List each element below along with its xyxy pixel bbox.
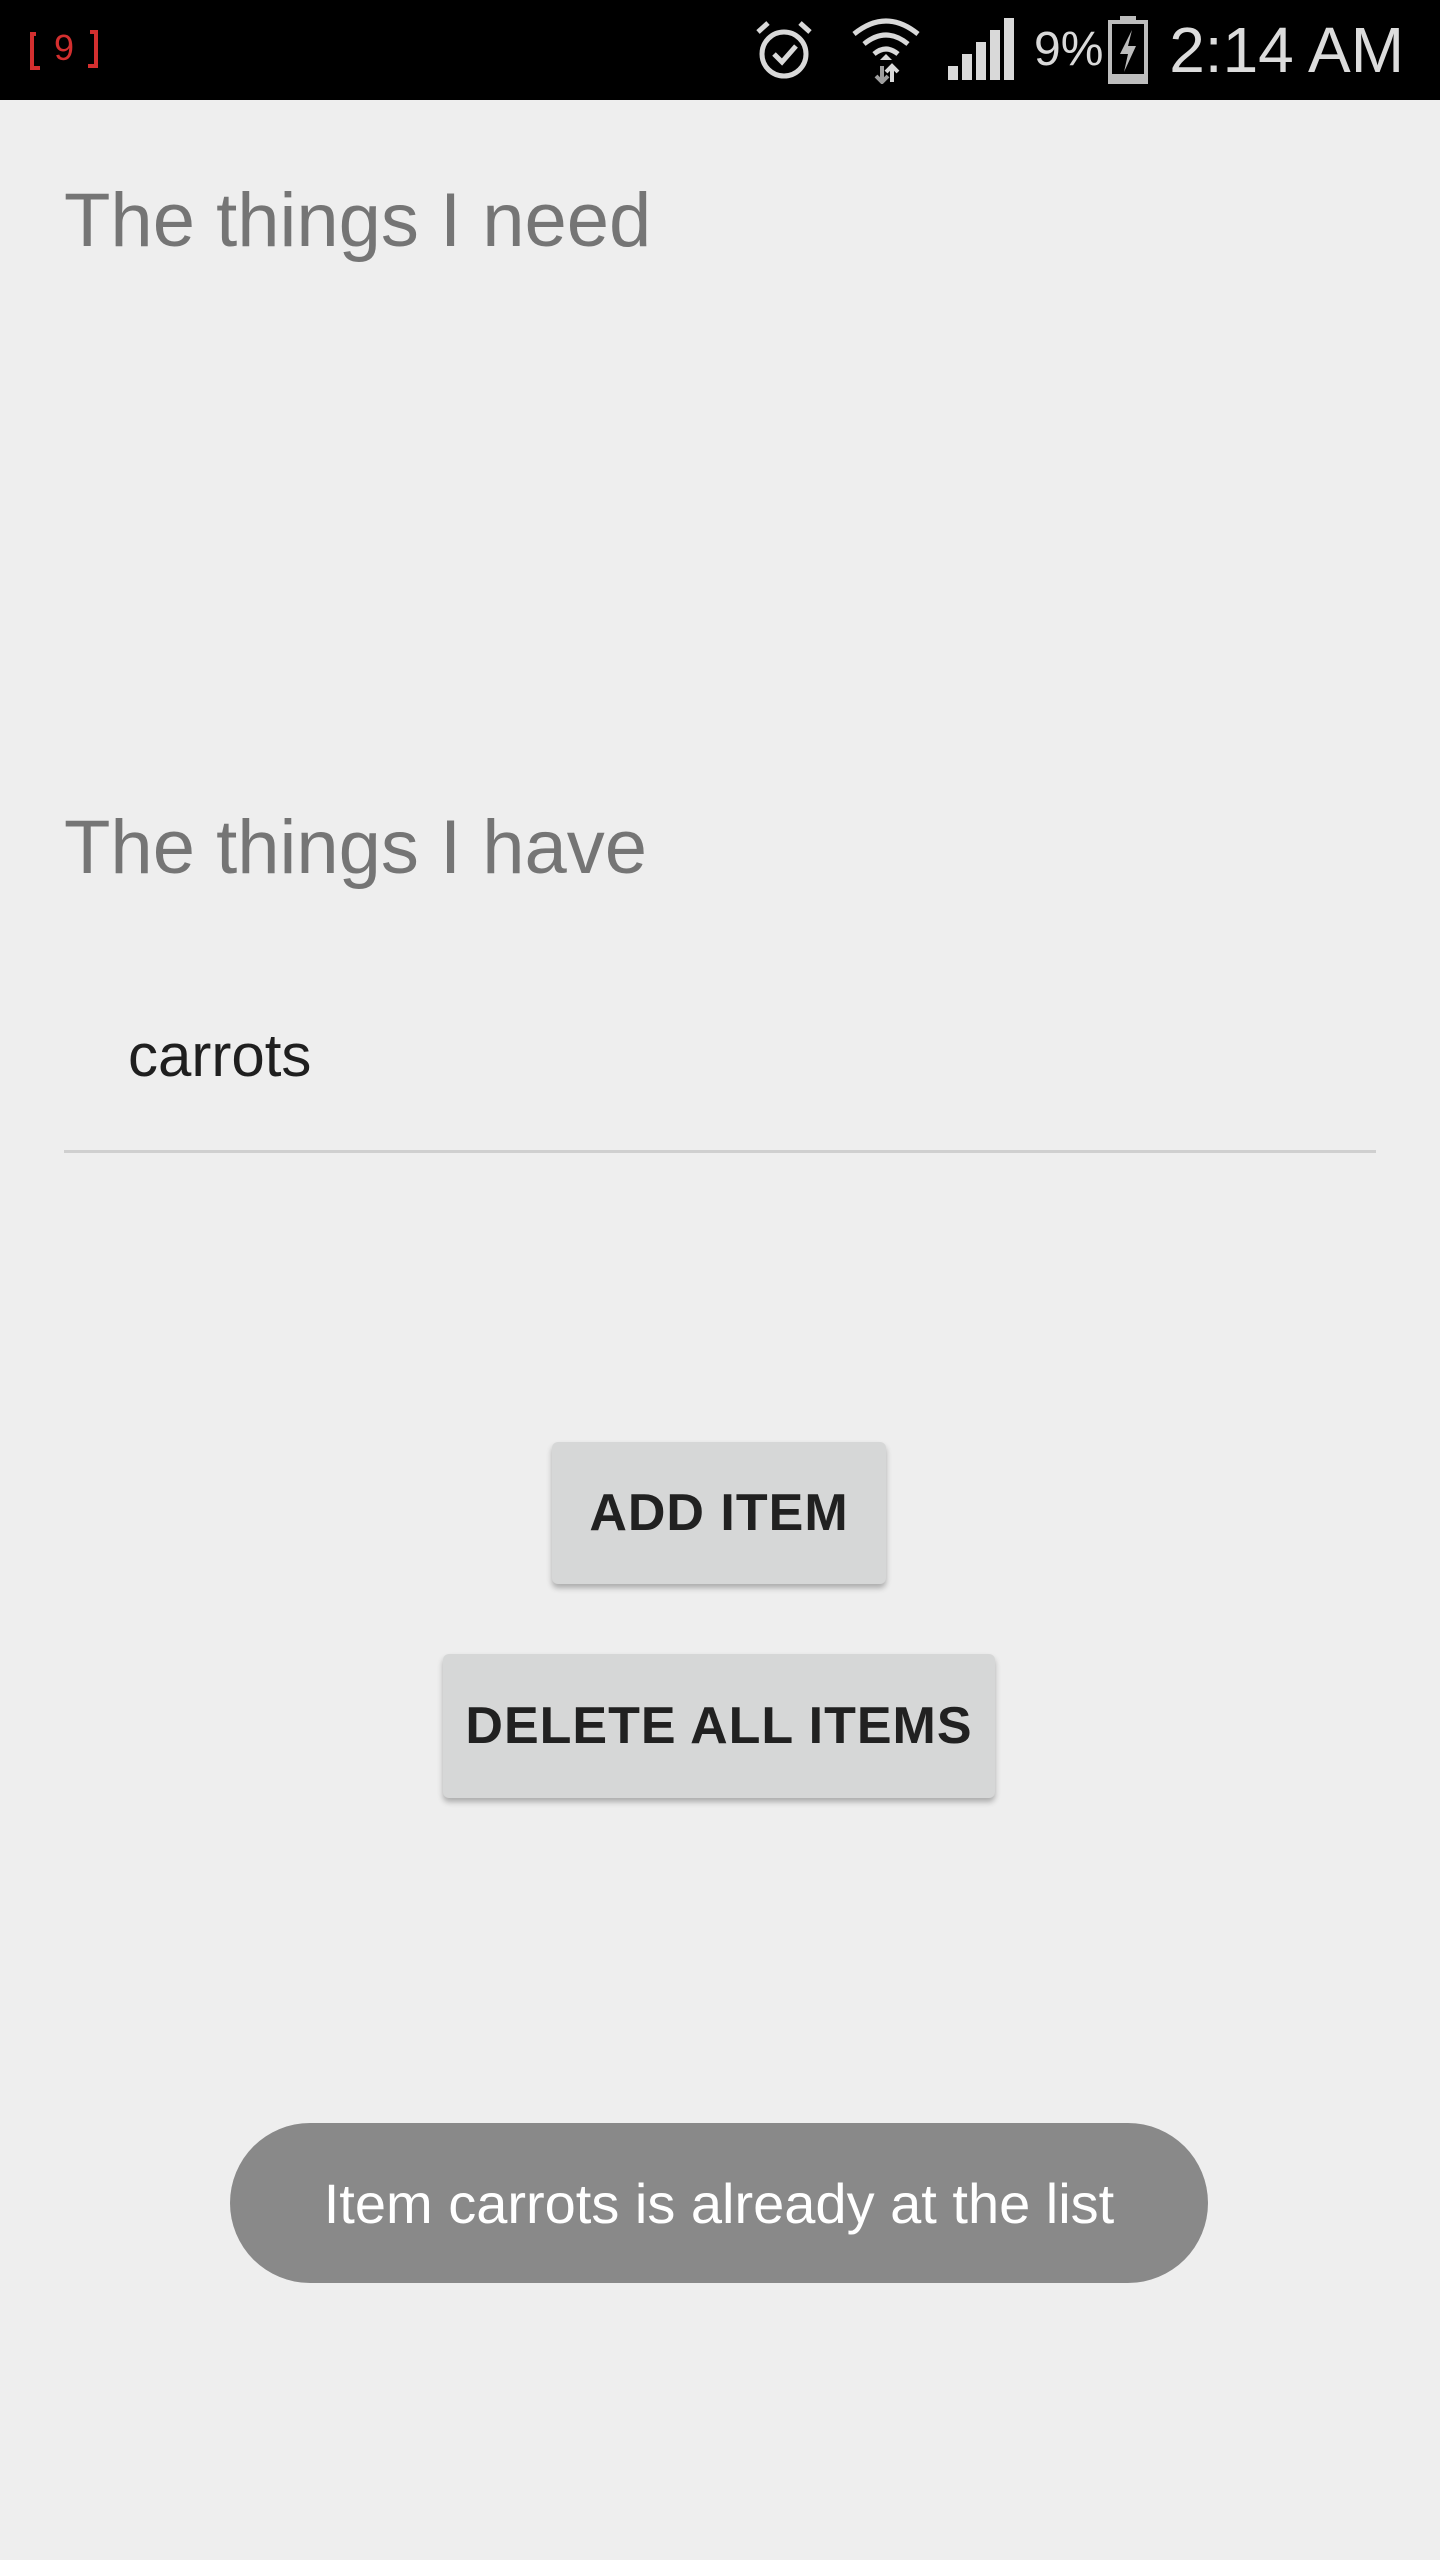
toast-message: Item carrots is already at the list bbox=[230, 2123, 1208, 2283]
notification-badge-count: 9 bbox=[54, 27, 74, 68]
list-item[interactable]: carrots bbox=[64, 1000, 1376, 1153]
signal-icon bbox=[946, 18, 1014, 80]
alarm-icon bbox=[752, 18, 816, 82]
app-screen: 9 9% 2:14 AM The things I need The thing… bbox=[0, 0, 1440, 2560]
notification-icon: 9 bbox=[28, 22, 100, 78]
battery-percent: 9% bbox=[1034, 23, 1104, 76]
status-clock: 2:14 AM bbox=[1169, 14, 1404, 86]
wifi-icon bbox=[850, 14, 922, 85]
need-section-title: The things I need bbox=[64, 178, 652, 263]
add-item-button[interactable]: ADD ITEM bbox=[552, 1442, 886, 1584]
status-bar: 9 9% 2:14 AM bbox=[0, 0, 1440, 100]
have-section-title: The things I have bbox=[64, 805, 648, 890]
battery-charging-icon bbox=[1108, 16, 1148, 84]
list-item-label: carrots bbox=[128, 1022, 312, 1089]
delete-all-items-button[interactable]: DELETE ALL ITEMS bbox=[443, 1654, 995, 1798]
